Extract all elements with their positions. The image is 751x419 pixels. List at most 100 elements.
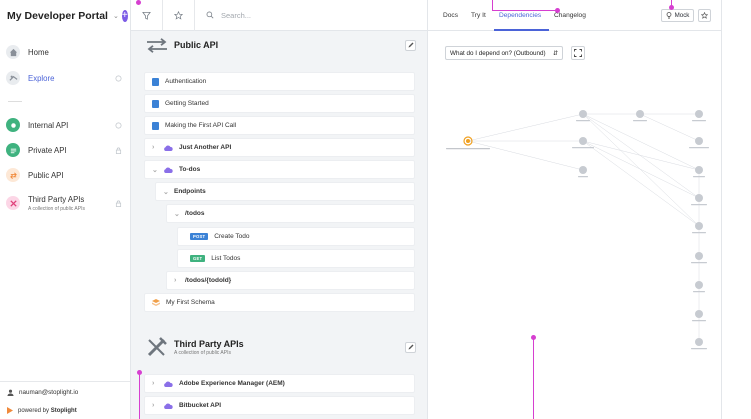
tree-item-my-first-schema[interactable]: My First Schema — [144, 293, 415, 312]
sidebar-item-public-api[interactable]: Public API — [6, 166, 122, 184]
divider — [8, 101, 22, 102]
sidebar-item-label: Explore — [28, 73, 55, 83]
tree-item-endpoints[interactable]: ⌄ Endpoints — [155, 182, 415, 201]
pencil-icon — [408, 42, 413, 48]
info-icon[interactable] — [115, 122, 122, 129]
document-icon — [152, 99, 159, 108]
cloud-icon — [164, 145, 173, 151]
tree-item-create-todo[interactable]: POST Create Todo — [177, 227, 415, 246]
tree-item-label: Making the First API Call — [165, 122, 237, 129]
arrows-swap-icon — [147, 37, 167, 53]
explore-icon — [6, 71, 20, 85]
edit-button[interactable] — [405, 341, 416, 353]
group-public-api[interactable]: Public API — [146, 37, 416, 53]
graph-node[interactable] — [691, 338, 707, 350]
sidebar: My Developer Portal ⌄ + Home Explore Int… — [0, 0, 131, 419]
tab-try-it[interactable]: Try It — [471, 12, 486, 19]
powered-by-link[interactable]: powered by Stoplight — [7, 407, 77, 414]
lock-icon — [115, 147, 122, 154]
graph-edge — [639, 113, 700, 142]
annotation-marker — [555, 8, 560, 13]
dependency-direction-select[interactable]: What do I depend on? (Outbound) ⇵ — [445, 46, 563, 60]
tab-changelog[interactable]: Changelog — [554, 12, 586, 19]
chevron-down-icon: ⌄ — [163, 188, 169, 196]
document-icon — [152, 77, 159, 86]
chevron-down-icon: ⌄ — [174, 210, 180, 218]
tree-item-todo-by-id[interactable]: › /todos/{todoId} — [166, 271, 415, 290]
tree-item-just-another-api[interactable]: › Just Another API — [144, 138, 415, 157]
chevron-right-icon: › — [152, 144, 155, 151]
sidebar-item-third-party-apis[interactable]: Third Party APIs A collection of public … — [6, 192, 122, 214]
search-input[interactable] — [221, 10, 421, 20]
add-button[interactable]: + — [121, 10, 128, 22]
star-button[interactable] — [698, 9, 711, 22]
internal-api-icon — [6, 118, 20, 132]
sidebar-item-label: Internal API — [28, 120, 69, 130]
portal-title[interactable]: My Developer Portal — [7, 10, 108, 22]
content-panel: Docs Try It Dependencies Changelog Mock … — [428, 0, 722, 419]
navigation-tree-panel: Public API Authentication Getting Starte… — [131, 0, 428, 419]
sidebar-item-private-api[interactable]: Private API — [6, 141, 122, 159]
powered-by-brand: Stoplight — [50, 407, 77, 414]
document-icon — [152, 121, 159, 130]
info-icon[interactable] — [115, 75, 122, 82]
tools-icon — [147, 337, 167, 357]
tree-item-to-dos[interactable]: ⌄ To-dos — [144, 160, 415, 179]
pencil-icon — [408, 344, 413, 350]
graph-node[interactable] — [576, 110, 590, 122]
tree-item-getting-started[interactable]: Getting Started — [144, 94, 415, 113]
filter-button[interactable] — [131, 0, 163, 31]
http-method-badge: POST — [190, 233, 209, 240]
lock-icon — [115, 200, 122, 207]
tree-item-label: List Todos — [211, 255, 241, 262]
tree-item-label: Getting Started — [165, 100, 209, 107]
tree-item-label: Endpoints — [174, 188, 206, 195]
dependency-graph[interactable] — [428, 60, 722, 419]
sidebar-item-explore[interactable]: Explore — [6, 69, 122, 87]
search-box[interactable] — [195, 10, 421, 20]
active-tab-indicator — [494, 29, 549, 31]
graph-node[interactable] — [689, 137, 709, 149]
http-method-badge: GET — [190, 255, 206, 262]
annotation-line — [492, 10, 558, 11]
graph-edge — [582, 113, 700, 227]
chevron-down-icon: ⌄ — [152, 166, 158, 174]
tree-item-list-todos[interactable]: GET List Todos — [177, 249, 415, 268]
group-third-party-apis[interactable]: Third Party APIs A collection of public … — [146, 336, 416, 358]
graph-node[interactable] — [692, 110, 706, 122]
sidebar-item-home[interactable]: Home — [6, 43, 122, 61]
tab-docs[interactable]: Docs — [443, 12, 458, 19]
cloud-icon — [164, 403, 173, 409]
sidebar-item-text: Third Party APIs A collection of public … — [28, 195, 85, 212]
graph-node[interactable] — [578, 166, 588, 178]
sidebar-item-internal-api[interactable]: Internal API — [6, 116, 122, 134]
third-party-icon — [6, 196, 20, 210]
sidebar-item-description: A collection of public APIs — [28, 205, 85, 212]
chevron-down-icon[interactable]: ⌄ — [113, 12, 119, 20]
tree-item-adobe-aem[interactable]: › Adobe Experience Manager (AEM) — [144, 374, 415, 393]
tree-item-label: Authentication — [165, 78, 207, 85]
tab-dependencies[interactable]: Dependencies — [499, 12, 541, 19]
annotation-marker — [137, 370, 142, 375]
mock-button[interactable]: Mock — [661, 9, 694, 22]
favorites-button[interactable] — [163, 0, 195, 31]
tree-item-todos-path[interactable]: ⌄ /todos — [166, 204, 415, 223]
tree-item-first-api-call[interactable]: Making the First API Call — [144, 116, 415, 135]
portal-header[interactable]: My Developer Portal ⌄ + — [7, 8, 128, 24]
graph-node-root[interactable] — [446, 136, 490, 150]
cloud-icon — [164, 381, 173, 387]
user-icon — [7, 389, 14, 396]
user-account[interactable]: nauman@stoplight.io — [7, 389, 78, 396]
divider — [0, 381, 130, 382]
star-icon — [174, 10, 183, 20]
mock-label: Mock — [674, 12, 690, 19]
tree-item-label: Bitbucket API — [179, 402, 222, 409]
graph-edge — [582, 140, 700, 199]
edit-button[interactable] — [405, 39, 416, 51]
graph-node[interactable] — [633, 110, 647, 122]
tree-item-bitbucket-api[interactable]: › Bitbucket API — [144, 396, 415, 415]
tree-item-authentication[interactable]: Authentication — [144, 72, 415, 91]
cloud-icon — [164, 167, 173, 173]
fullscreen-button[interactable] — [571, 46, 585, 60]
graph-edge — [582, 140, 700, 171]
